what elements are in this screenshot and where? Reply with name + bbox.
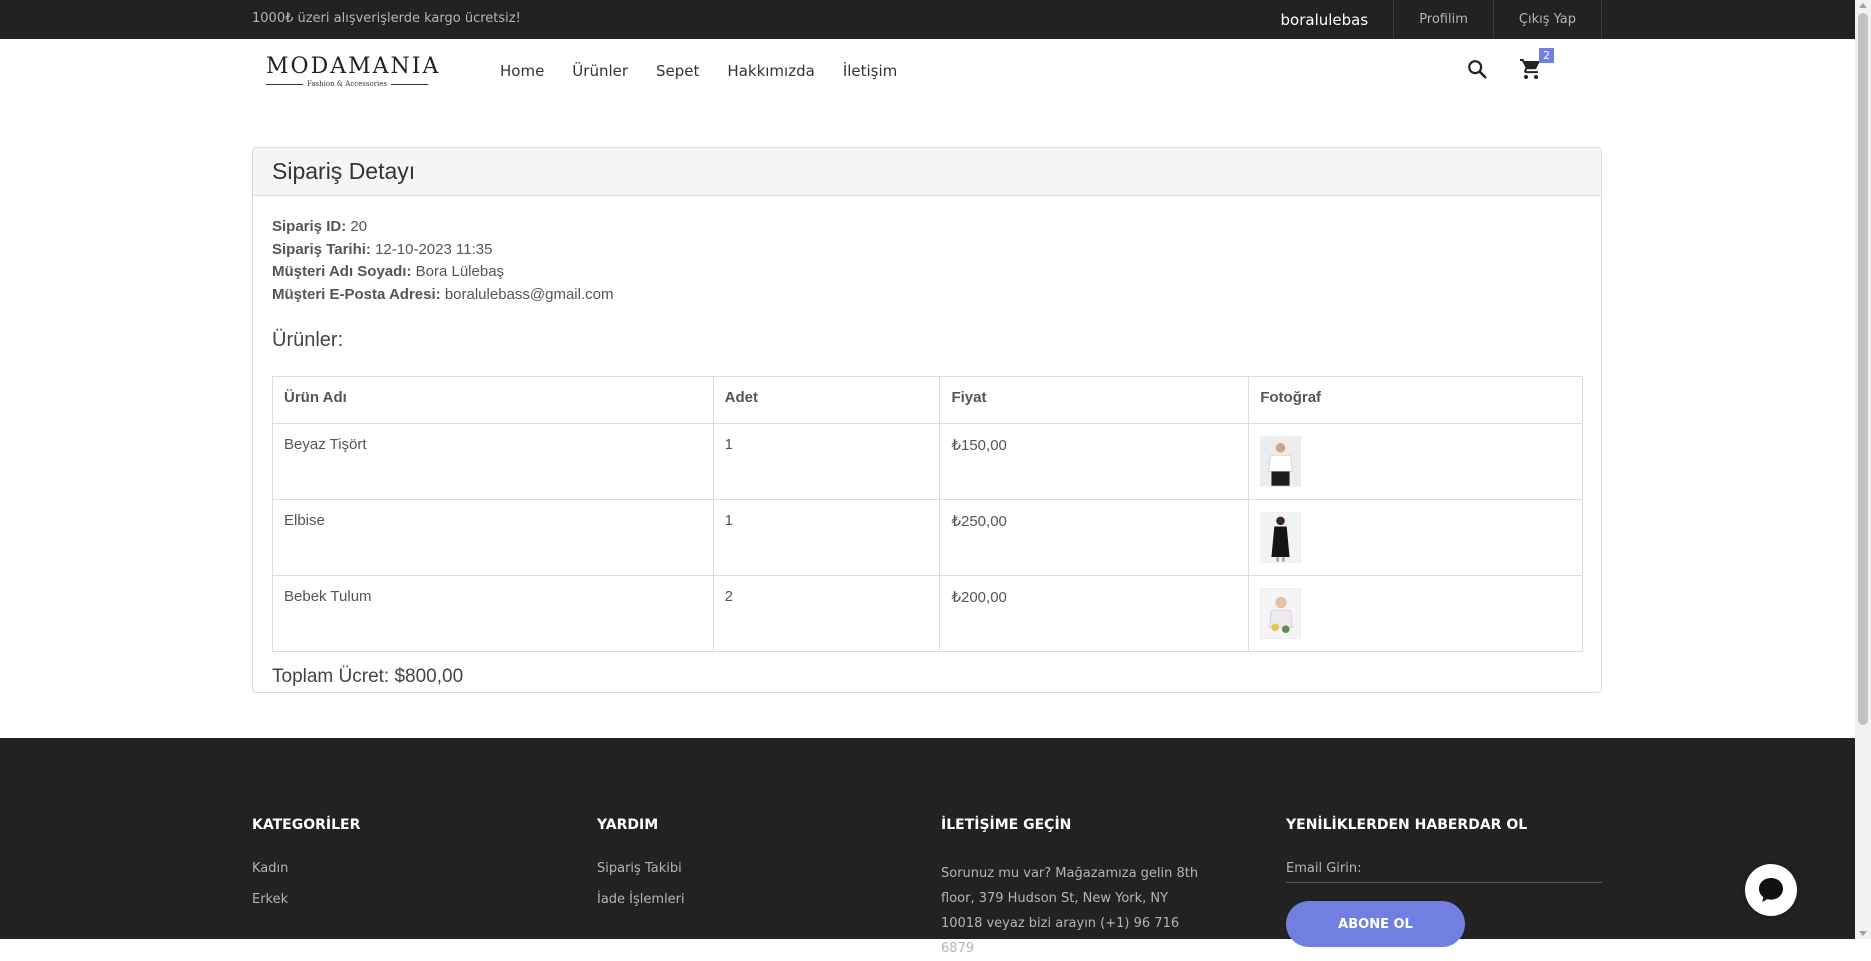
logo[interactable]: MODAMANIA Fashion & Accessories <box>266 54 441 88</box>
chat-button[interactable] <box>1745 864 1797 916</box>
product-qty: 1 <box>712 499 941 576</box>
logout-link[interactable]: Çıkış Yap <box>1494 0 1602 39</box>
footer-link-women[interactable]: Kadın <box>252 861 360 876</box>
footer-newsletter: YENİLİKLERDEN HABERDAR OL Email Girin: A… <box>1286 817 1602 947</box>
page-scrollbar[interactable] <box>1855 0 1871 939</box>
table-row: Beyaz Tişört 1 ₺150,00 <box>272 423 1583 500</box>
column-header: Adet <box>712 376 941 424</box>
scroll-down-icon[interactable] <box>1859 931 1867 936</box>
account-links: boralulebas Profilim Çıkış Yap <box>1256 0 1602 39</box>
cart-icon[interactable]: 2 <box>1517 48 1554 83</box>
site-footer: KATEGORİLER Kadın Erkek YARDIM Sipariş T… <box>0 738 1855 956</box>
top-bar: 1000₺ üzeri alışverişlerde kargo ücretsi… <box>0 0 1855 39</box>
footer-contact-title: İLETİŞİME GEÇİN <box>941 817 1072 833</box>
order-id-label: Sipariş ID: <box>272 218 347 235</box>
product-qty: 1 <box>712 423 941 500</box>
column-header: Fiyat <box>939 376 1250 424</box>
product-name: Bebek Tulum <box>272 575 714 652</box>
product-price: ₺250,00 <box>939 499 1250 576</box>
profile-link[interactable]: Profilim <box>1394 0 1494 39</box>
main-nav: Home Ürünler Sepet Hakkımızda İletişim <box>500 62 925 80</box>
product-name: Beyaz Tişört <box>272 423 714 500</box>
site-header: MODAMANIA Fashion & Accessories Home Ürü… <box>0 39 1855 105</box>
nav-about[interactable]: Hakkımızda <box>727 62 814 80</box>
subscribe-button[interactable]: ABONE OL <box>1286 901 1465 947</box>
footer-link-order-tracking[interactable]: Sipariş Takibi <box>597 861 685 876</box>
product-photo-baby-romper <box>1260 588 1302 639</box>
footer-newsletter-title: YENİLİKLERDEN HABERDAR OL <box>1286 817 1528 833</box>
order-date-label: Sipariş Tarihi: <box>272 240 371 258</box>
table-header-row: Ürün Adı Adet Fiyat Fotoğraf <box>272 376 1583 424</box>
order-detail-card: Sipariş Detayı Sipariş ID: 20 Sipariş Ta… <box>252 147 1602 693</box>
cart-count-badge: 2 <box>1539 48 1554 63</box>
username-link[interactable]: boralulebas <box>1256 0 1395 39</box>
footer-categories-title: KATEGORİLER <box>252 817 361 833</box>
logo-tagline: Fashion & Accessories <box>306 80 388 88</box>
order-info: Sipariş ID: 20 Sipariş Tarihi: 12-10-202… <box>272 216 1582 306</box>
footer-categories: KATEGORİLER Kadın Erkek <box>252 817 360 923</box>
newsletter-email-input[interactable]: Email Girin: <box>1286 861 1602 883</box>
footer-link-men[interactable]: Erkek <box>252 892 360 907</box>
scroll-up-icon[interactable] <box>1859 3 1867 8</box>
footer-link-returns[interactable]: İade İşlemleri <box>597 892 685 907</box>
nav-home[interactable]: Home <box>500 62 544 80</box>
nav-products[interactable]: Ürünler <box>572 62 628 80</box>
table-row: Elbise 1 ₺250,00 <box>272 499 1583 576</box>
search-icon[interactable] <box>1463 55 1491 83</box>
promo-text: 1000₺ üzeri alışverişlerde kargo ücretsi… <box>252 11 521 26</box>
nav-contact[interactable]: İletişim <box>843 62 897 80</box>
table-row: Bebek Tulum 2 ₺200,00 <box>272 575 1583 652</box>
product-photo-tshirt <box>1260 436 1302 487</box>
product-qty: 2 <box>712 575 941 652</box>
products-heading: Ürünler: <box>272 329 344 351</box>
products-table: Ürün Adı Adet Fiyat Fotoğraf Beyaz Tişör… <box>272 376 1583 652</box>
customer-email-value: boralulebass@gmail.com <box>444 285 614 303</box>
nav-cart[interactable]: Sepet <box>656 62 699 80</box>
footer-contact: İLETİŞİME GEÇİN Sorunuz mu var? Mağazamı… <box>941 817 1211 961</box>
product-photo-dress <box>1260 512 1302 563</box>
chat-bubble-icon <box>1759 878 1783 902</box>
scrollbar-thumb[interactable] <box>1858 13 1868 725</box>
total-price: Toplam Ücret: $800,00 <box>272 666 464 687</box>
column-header: Fotoğraf <box>1248 376 1583 424</box>
column-header: Ürün Adı <box>272 376 714 424</box>
customer-email-label: Müşteri E-Posta Adresi: <box>272 285 441 303</box>
footer-contact-text: Sorunuz mu var? Mağazamıza gelin 8th flo… <box>941 866 1199 956</box>
footer-help: YARDIM Sipariş Takibi İade İşlemleri <box>597 817 685 923</box>
logo-text: MODAMANIA <box>266 54 441 79</box>
page-title: Sipariş Detayı <box>272 158 416 184</box>
product-name: Elbise <box>272 499 714 576</box>
product-price: ₺200,00 <box>939 575 1250 652</box>
order-date-value: 12-10-2023 11:35 <box>375 240 493 258</box>
customer-name-value: Bora Lülebaş <box>415 263 505 280</box>
order-id-value: 20 <box>350 218 368 235</box>
product-price: ₺150,00 <box>939 423 1250 500</box>
footer-help-title: YARDIM <box>597 817 659 833</box>
customer-name-label: Müşteri Adı Soyadı: <box>272 263 412 280</box>
